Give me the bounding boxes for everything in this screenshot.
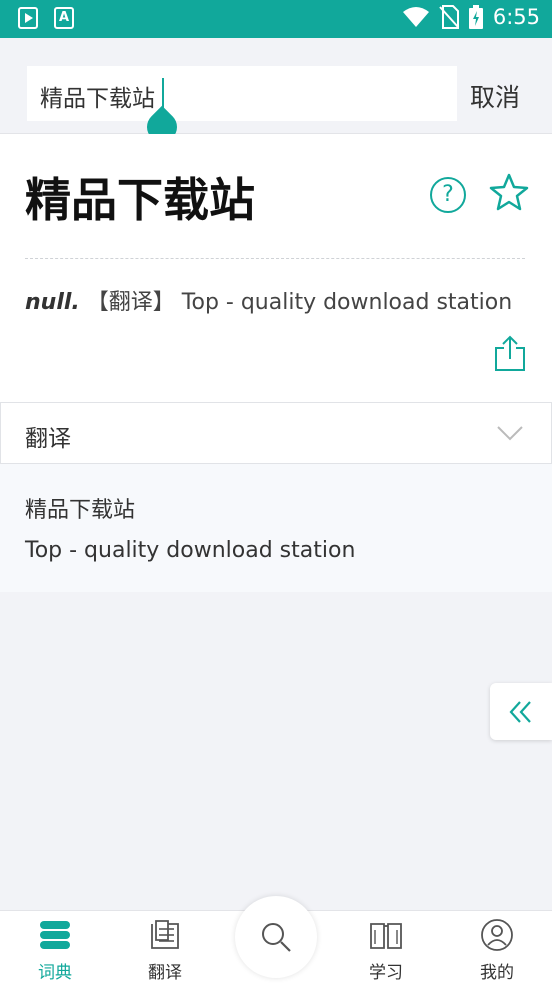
definition-text: Top - quality download station (181, 290, 513, 315)
help-icon[interactable]: ? (430, 177, 466, 213)
book-icon (370, 923, 402, 949)
translation-header[interactable]: 翻译 (0, 402, 552, 464)
translation-source: 精品下载站 (25, 498, 136, 523)
search-query[interactable]: 精品下载站 (40, 79, 155, 113)
nav-label-dictionary: 词典 (38, 963, 72, 983)
wifi-icon (402, 7, 429, 27)
word-card: 精品下载站 ? null. 【翻译】 Top - quality downloa… (0, 134, 552, 402)
star-icon[interactable] (489, 172, 529, 212)
dictionary-icon (40, 921, 70, 949)
search-icon (262, 923, 291, 952)
search-header: 精品下载站 取消 (0, 38, 552, 149)
nav-label-study: 学习 (369, 963, 403, 983)
definition-tag: 【翻译】 (86, 290, 175, 315)
translate-icon (151, 920, 179, 949)
cancel-button[interactable]: 取消 (470, 78, 520, 114)
translation-result: Top - quality download station (25, 538, 356, 563)
share-icon[interactable] (493, 334, 527, 372)
divider (25, 258, 525, 259)
nav-dictionary[interactable]: 词典 (0, 911, 110, 983)
profile-icon (481, 919, 513, 951)
status-left: A (18, 7, 74, 29)
double-chevron-left-icon (509, 701, 531, 723)
nav-study[interactable]: 学习 (331, 911, 441, 983)
nav-translate[interactable]: 翻译 (110, 911, 220, 983)
battery-charging-icon (468, 5, 483, 29)
font-icon: A (54, 7, 74, 29)
search-button[interactable] (235, 896, 317, 978)
side-panel-toggle[interactable] (490, 683, 552, 740)
status-time: 6:55 (492, 5, 540, 29)
nav-label-translate: 翻译 (148, 963, 182, 983)
no-sim-icon (439, 5, 459, 29)
translation-title: 翻译 (25, 426, 71, 452)
translation-body: 精品下载站 Top - quality download station (0, 464, 552, 592)
definition-line: null. 【翻译】 Top - quality download statio… (25, 284, 512, 316)
part-of-speech: null. (25, 290, 80, 315)
nav-label-profile: 我的 (480, 963, 514, 983)
app-icon (18, 7, 38, 29)
text-caret (162, 78, 164, 108)
status-right: 6:55 (402, 5, 540, 29)
status-bar: A 6:55 (0, 0, 552, 38)
headword: 精品下载站 (25, 173, 255, 227)
chevron-down-icon[interactable] (496, 421, 524, 445)
nav-profile[interactable]: 我的 (442, 911, 552, 983)
search-input[interactable]: 精品下载站 (27, 66, 457, 149)
